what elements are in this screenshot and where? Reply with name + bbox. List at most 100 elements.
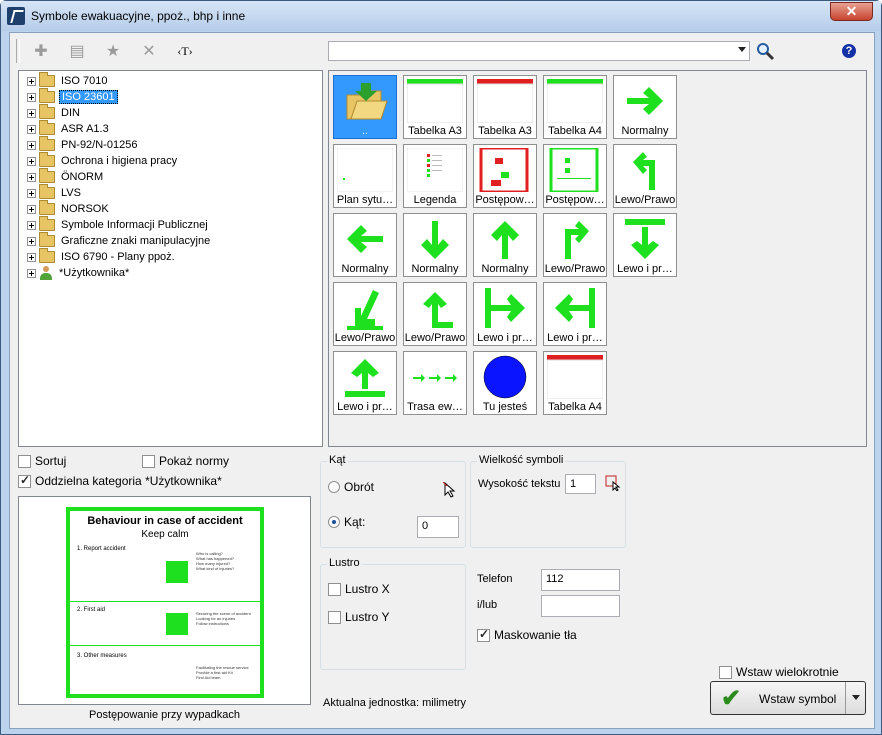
symbol-caption: Normalny	[621, 125, 669, 137]
arrow-left-bar-icon	[555, 288, 595, 328]
text-tool-icon[interactable]: ‹T›	[172, 39, 198, 63]
symbol-tile[interactable]: Plan sytu…	[333, 144, 397, 208]
expand-icon[interactable]	[27, 236, 36, 246]
preview-heading: Behaviour in case of accident	[87, 515, 243, 527]
arrow-up-icon	[491, 221, 519, 259]
symbol-tile[interactable]: Normalny	[473, 213, 537, 277]
mask-background-checkbox-box[interactable]	[477, 627, 490, 642]
symbol-caption: Lewo i pr…	[477, 332, 533, 344]
expand-icon[interactable]	[27, 204, 36, 214]
symbol-tile[interactable]: Tu jesteś	[473, 351, 537, 415]
rotation-radio-button[interactable]	[328, 481, 340, 493]
insert-options-dropdown-icon[interactable]	[845, 682, 865, 714]
expand-icon[interactable]	[27, 172, 36, 182]
pick-size-icon[interactable]	[605, 475, 621, 491]
symbol-tile[interactable]: Trasa ew…	[403, 351, 467, 415]
mask-background-checkbox[interactable]: Maskowanie tła	[477, 627, 577, 642]
angle-radio-button[interactable]	[328, 516, 340, 528]
mirror-x-checkbox[interactable]: Lustro X	[328, 582, 390, 596]
separate-category-checkbox-box[interactable]	[18, 473, 31, 488]
search-icon[interactable]	[755, 41, 775, 61]
sort-checkbox[interactable]: Sortuj	[18, 454, 66, 468]
symbol-tile[interactable]: Normalny	[403, 213, 467, 277]
symbol-tile[interactable]: Lewo/Prawo	[333, 282, 397, 346]
tree-item[interactable]: ASR A1.3	[27, 120, 111, 137]
symbol-grid[interactable]: .. Plan sytu… Normalny Lewo/Prawo Lewo i pr……	[328, 70, 867, 447]
tree-item[interactable]: ÖNORM	[27, 168, 105, 185]
delete-icon[interactable]: ✕	[138, 39, 160, 63]
symbol-tile[interactable]: Postępow…	[543, 144, 607, 208]
tree-item[interactable]: Graficzne znaki manipulacyjne	[27, 232, 212, 249]
tree-item[interactable]: ISO 7010	[27, 72, 109, 89]
category-tree[interactable]: ISO 7010 ISO 23601 DIN ASR A1.3 PN-92/N-0125…	[18, 70, 323, 447]
arrow-down-icon	[421, 221, 449, 259]
symbol-tile[interactable]: ..	[333, 75, 397, 139]
show-norms-checkbox[interactable]: Pokaż normy	[142, 454, 229, 468]
expand-icon[interactable]	[27, 156, 36, 166]
preview-section-3-lines: Facilitating the rescue service Provide …	[196, 665, 249, 680]
tree-item[interactable]: DIN	[27, 104, 82, 121]
arrows-route-icon	[413, 374, 457, 382]
symbol-tile[interactable]: Normalny	[613, 75, 677, 139]
symbol-tile[interactable]: Normalny	[333, 213, 397, 277]
favorite-star-icon[interactable]: ★	[102, 39, 124, 63]
symbol-tile[interactable]: Legenda	[403, 144, 467, 208]
search-dropdown-icon[interactable]	[738, 47, 746, 52]
insert-multiple-checkbox[interactable]: Wstaw wielokrotnie	[719, 665, 839, 679]
expand-icon[interactable]	[27, 124, 36, 134]
tree-item[interactable]: Symbole Informacji Publicznej	[27, 216, 210, 233]
folder-icon	[39, 216, 55, 231]
tree-item[interactable]: NORSOK	[27, 200, 111, 217]
angle-input[interactable]: 0	[417, 516, 459, 538]
tree-item[interactable]: PN-92/N-01256	[27, 136, 139, 153]
preview-sign: Behaviour in case of accident Keep calm …	[66, 507, 264, 698]
expand-icon[interactable]	[27, 92, 36, 102]
symbol-tile[interactable]: Tabelka A3	[473, 75, 537, 139]
first-aid-icon	[166, 613, 188, 635]
symbol-tile[interactable]: Lewo i pr…	[473, 282, 537, 346]
insert-multiple-label: Wstaw wielokrotnie	[736, 665, 839, 679]
mirror-y-checkbox-box[interactable]	[328, 610, 341, 624]
expand-icon[interactable]	[27, 108, 36, 118]
tree-item[interactable]: ISO 6790 - Plany ppoż.	[27, 248, 177, 265]
second-phone-input[interactable]	[541, 595, 620, 617]
tree-item-label: ISO 23601	[59, 90, 118, 104]
symbol-tile[interactable]: Lewo i pr…	[613, 213, 677, 277]
symbol-tile[interactable]: Lewo/Prawo	[403, 282, 467, 346]
symbol-tile[interactable]: Lewo i pr…	[333, 351, 397, 415]
tree-item[interactable]: LVS	[27, 184, 83, 201]
tree-item[interactable]: ISO 23601	[27, 88, 118, 105]
symbol-tile[interactable]: Postępow…	[473, 144, 537, 208]
help-icon[interactable]: ?	[842, 44, 856, 58]
text-height-input[interactable]: 1	[565, 474, 596, 494]
add-icon[interactable]: ✚	[30, 39, 52, 63]
symbol-tile[interactable]: Tabelka A3	[403, 75, 467, 139]
expand-icon[interactable]	[27, 188, 36, 198]
insert-symbol-button[interactable]: ✔ Wstaw symbol	[710, 681, 866, 715]
tree-item[interactable]: *Użytkownika*	[27, 265, 131, 281]
mirror-x-checkbox-box[interactable]	[328, 582, 341, 596]
rotation-radio[interactable]: Obrót	[328, 480, 374, 494]
expand-icon[interactable]	[27, 76, 36, 86]
sort-checkbox-box[interactable]	[18, 454, 31, 468]
tree-item[interactable]: Ochrona i higiena pracy	[27, 152, 179, 169]
symbol-tile[interactable]: Tabelka A4	[543, 351, 607, 415]
close-button[interactable]: ✕	[830, 2, 873, 21]
expand-icon[interactable]	[27, 268, 36, 278]
symbol-tile[interactable]: Lewo/Prawo	[613, 144, 677, 208]
pick-angle-icon[interactable]	[443, 482, 457, 498]
show-norms-checkbox-box[interactable]	[142, 454, 155, 468]
symbol-tile[interactable]: Tabelka A4	[543, 75, 607, 139]
separate-category-checkbox[interactable]: Oddzielna kategoria *Użytkownika*	[18, 473, 222, 488]
expand-icon[interactable]	[27, 220, 36, 230]
expand-icon[interactable]	[27, 140, 36, 150]
angle-radio[interactable]: Kąt:	[328, 515, 365, 529]
symbol-tile[interactable]: Lewo i pr…	[543, 282, 607, 346]
insert-multiple-checkbox-box[interactable]	[719, 665, 732, 679]
properties-icon[interactable]: ▤	[66, 39, 88, 63]
mirror-y-checkbox[interactable]: Lustro Y	[328, 610, 389, 624]
symbol-tile[interactable]: Lewo/Prawo	[543, 213, 607, 277]
expand-icon[interactable]	[27, 252, 36, 262]
phone-input[interactable]: 112	[541, 569, 620, 591]
search-input[interactable]	[328, 41, 750, 61]
